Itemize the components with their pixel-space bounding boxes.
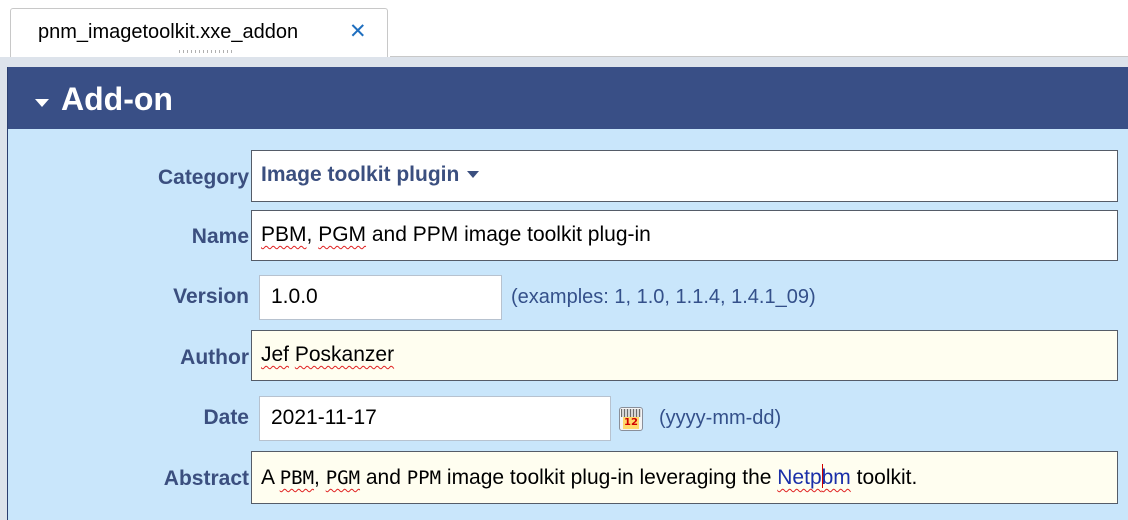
tab-bar: pnm_imagetoolkit.xxe_addon ✕	[0, 0, 1128, 57]
close-icon[interactable]: ✕	[349, 21, 367, 43]
calendar-day: 12	[623, 417, 639, 429]
author-field[interactable]: Jef Poskanzer	[251, 330, 1118, 381]
author-first: Jef	[261, 343, 290, 366]
date-value: 2021-11-17	[271, 406, 377, 429]
category-value-wrap: Image toolkit plugin	[261, 163, 480, 187]
netpbm-link[interactable]: Netpbm	[777, 464, 851, 489]
version-value: 1.0.0	[271, 285, 318, 308]
name-part-sep: ,	[306, 223, 319, 246]
netpbm-link-b: bm	[821, 466, 851, 489]
calendar-binding	[621, 409, 641, 417]
section-header[interactable]: Add-on	[8, 67, 1128, 129]
abstract-ppm: PPM	[406, 467, 442, 489]
category-label: Category	[157, 166, 249, 189]
abstract-pbm: PBM	[279, 467, 315, 489]
date-label: Date	[203, 406, 249, 429]
abstract-value: A PBM, PGM and PPM image toolkit plug-in…	[261, 464, 917, 490]
version-field[interactable]: 1.0.0	[259, 275, 502, 320]
chevron-down-icon[interactable]	[467, 171, 480, 178]
date-field[interactable]: 2021-11-17	[259, 396, 611, 441]
author-last: Poskanzer	[294, 343, 395, 366]
name-part-pgm: PGM	[318, 223, 367, 246]
section-title: Add-on	[61, 81, 173, 117]
name-part-rest: and PPM image toolkit plug-in	[366, 223, 651, 246]
tab-grip	[179, 50, 233, 53]
netpbm-link-a: Netp	[777, 466, 822, 489]
tab-title: pnm_imagetoolkit.xxe_addon	[38, 21, 299, 43]
name-part-pbm: PBM	[261, 223, 307, 246]
author-label: Author	[180, 346, 249, 369]
abstract-sep: ,	[314, 466, 326, 489]
abstract-and: and	[360, 466, 407, 489]
category-select[interactable]: Image toolkit plugin	[251, 150, 1118, 202]
category-value: Image toolkit plugin	[261, 163, 460, 186]
name-value: PBM, PGM and PPM image toolkit plug-in	[261, 223, 651, 247]
calendar-icon[interactable]: 12	[619, 407, 643, 431]
abstract-end: toolkit.	[850, 466, 918, 489]
name-field[interactable]: PBM, PGM and PPM image toolkit plug-in	[251, 210, 1118, 261]
editor-tab[interactable]: pnm_imagetoolkit.xxe_addon ✕	[10, 8, 388, 57]
collapse-triangle-icon[interactable]	[35, 99, 49, 107]
abstract-field[interactable]: A PBM, PGM and PPM image toolkit plug-in…	[251, 451, 1118, 504]
name-label: Name	[191, 225, 249, 248]
version-label: Version	[173, 285, 249, 308]
addon-section: Add-on Category Image toolkit plugin Nam…	[7, 67, 1128, 520]
abstract-label: Abstract	[163, 467, 249, 490]
abstract-middle: image toolkit plug-in leveraging the	[441, 466, 778, 489]
date-hint: (yyyy-mm-dd)	[659, 407, 782, 429]
version-hint: (examples: 1, 1.0, 1.1.4, 1.4.1_09)	[511, 286, 816, 308]
abstract-pgm: PGM	[325, 467, 361, 489]
author-value: Jef Poskanzer	[261, 343, 394, 367]
abstract-part-a: A	[261, 466, 280, 489]
